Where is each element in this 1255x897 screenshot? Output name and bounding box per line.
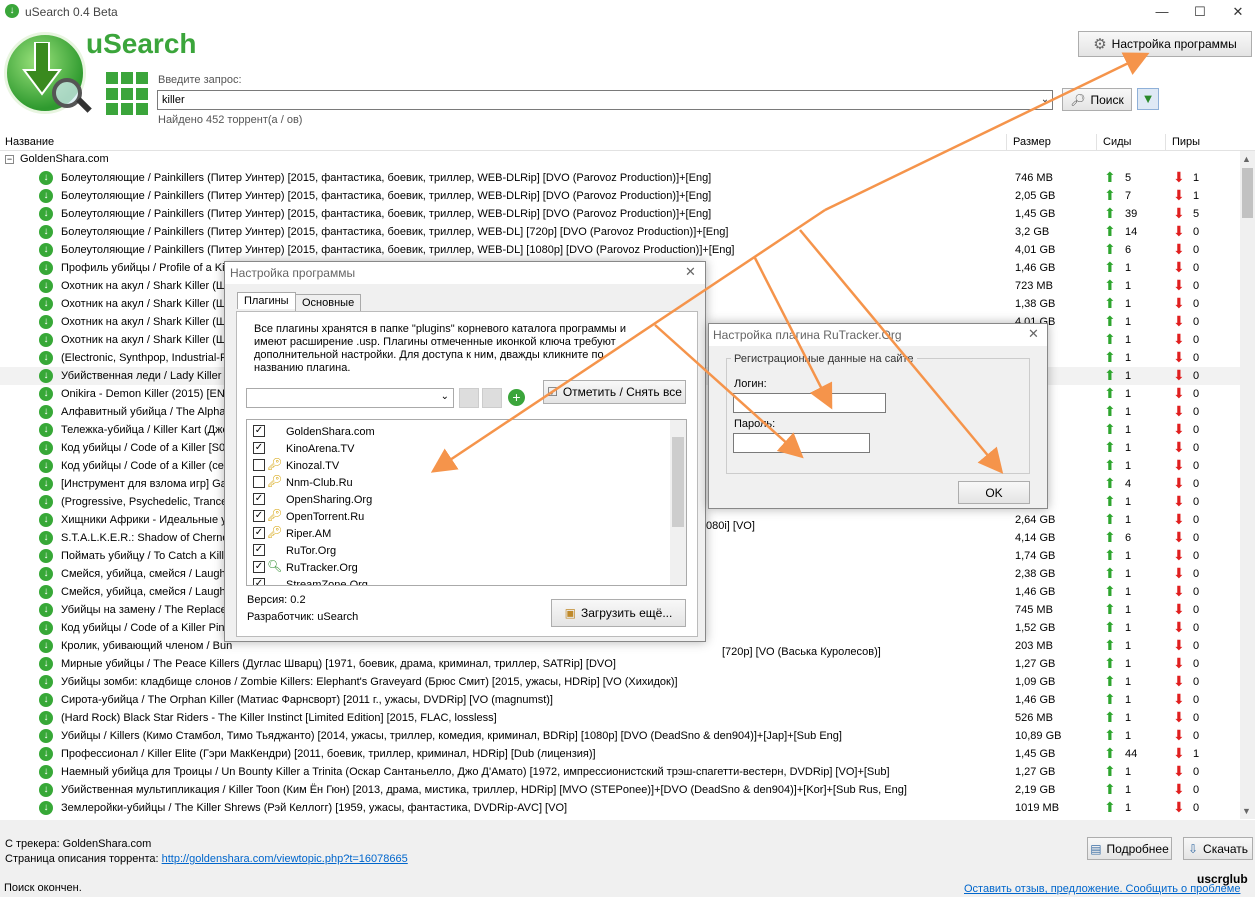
arrow-line xyxy=(430,208,826,473)
arrow-line xyxy=(799,229,1004,474)
arrow-line xyxy=(824,52,1150,212)
annotation-arrows xyxy=(430,52,1150,474)
arrow-line xyxy=(753,257,833,410)
arrow-line xyxy=(654,324,804,459)
